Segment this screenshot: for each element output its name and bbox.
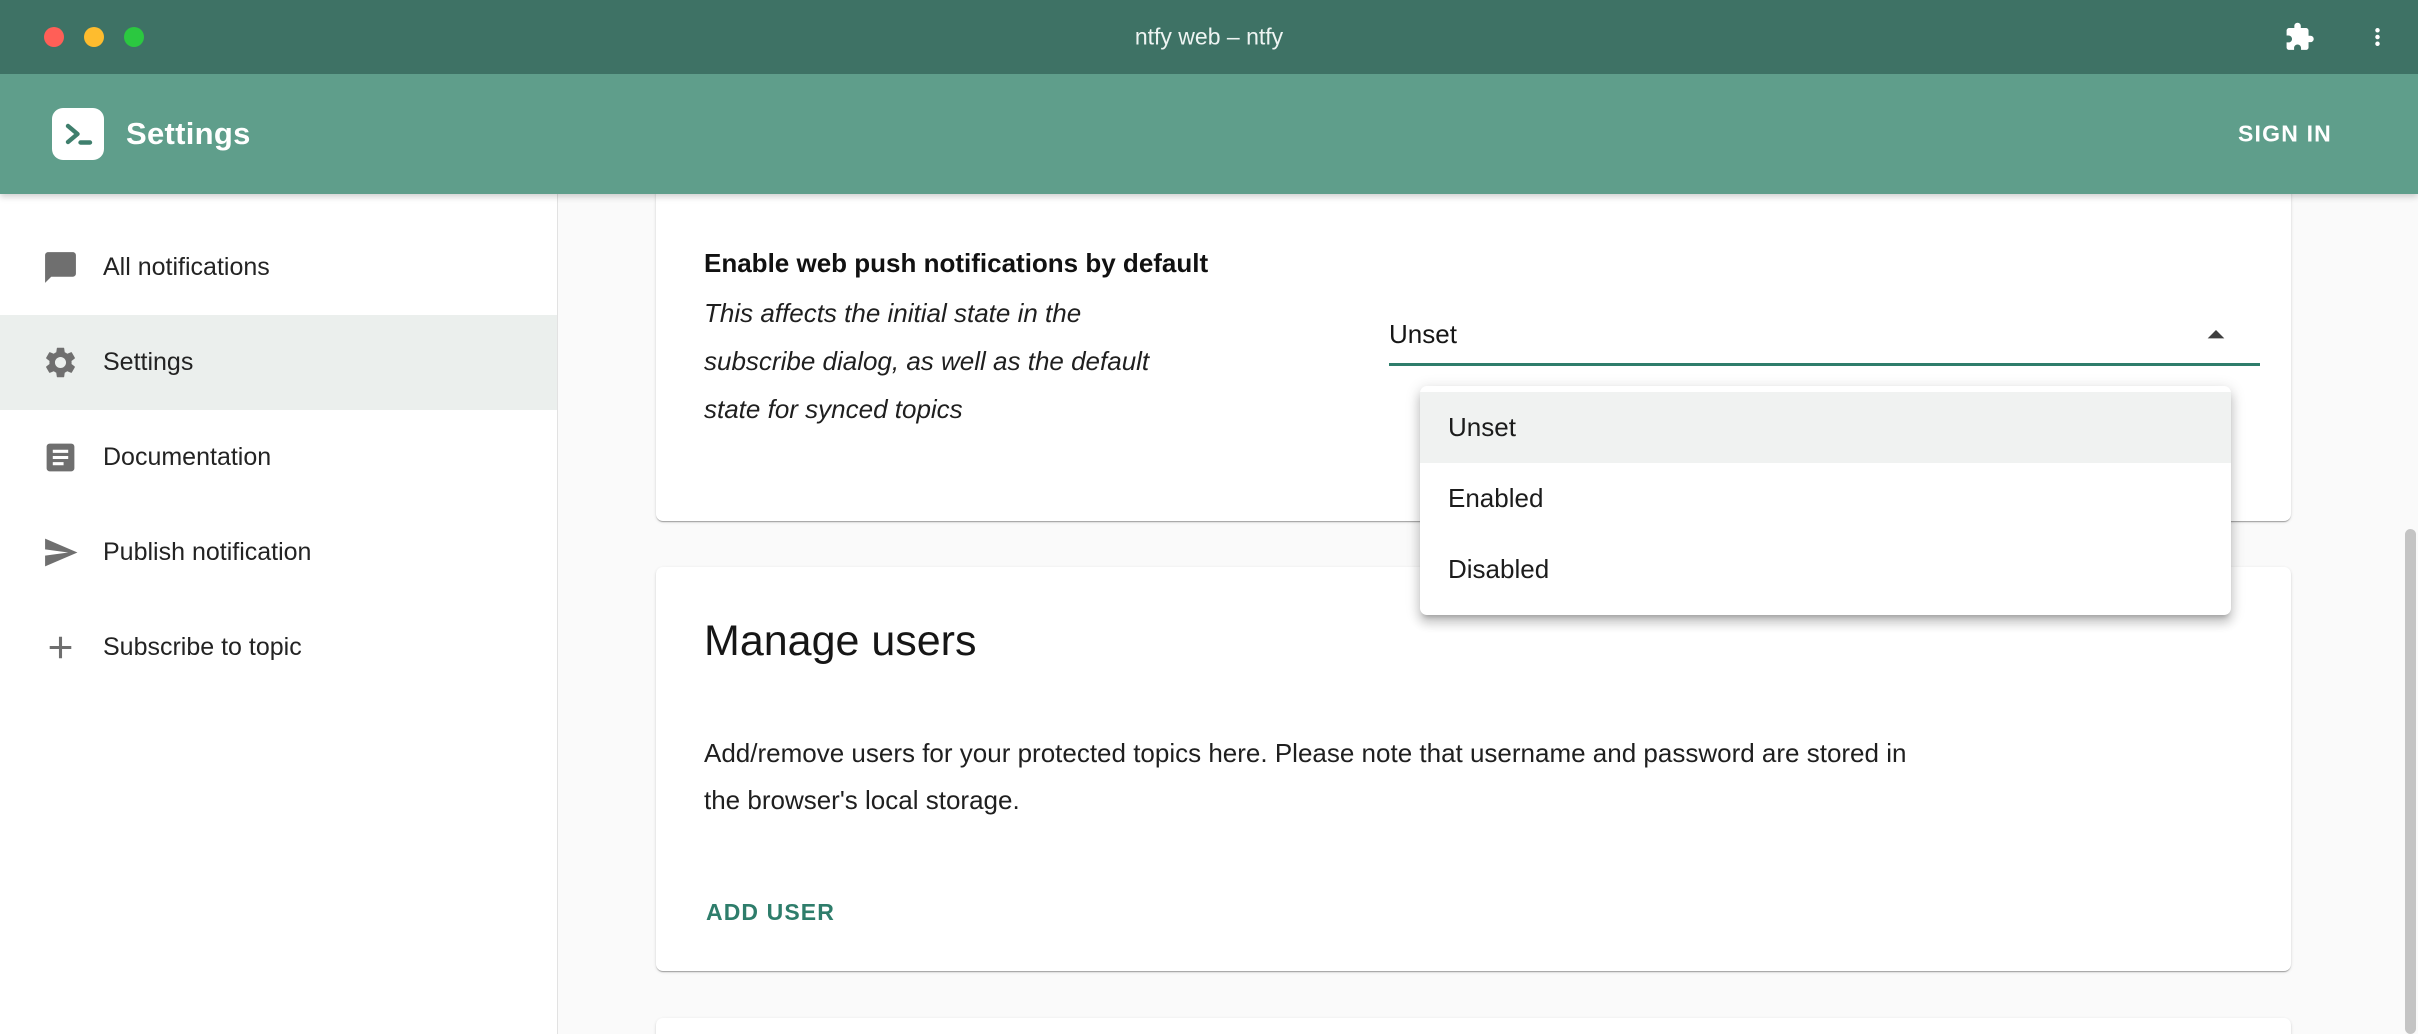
sign-in-button[interactable]: SIGN IN (2232, 120, 2338, 149)
setting-description-line: This affects the initial state in the (704, 289, 1149, 337)
sidebar-item-label: Settings (103, 348, 193, 377)
chevron-up-icon (2196, 315, 2236, 360)
menu-option-enabled[interactable]: Enabled (1420, 463, 2231, 534)
app-window: ntfy web – ntfy Settings SIGN IN All not… (0, 0, 2418, 1034)
setting-description-line: state for synced topics (704, 385, 1149, 433)
manage-users-description-line: Add/remove users for your protected topi… (704, 730, 1906, 777)
send-icon (42, 534, 79, 571)
vertical-scrollbar-thumb[interactable] (2405, 529, 2416, 1034)
sidebar-item-label: Publish notification (103, 538, 311, 567)
sidebar-item-subscribe-to-topic[interactable]: Subscribe to topic (0, 600, 557, 695)
plus-icon (42, 629, 79, 666)
minimize-window-button[interactable] (84, 27, 104, 47)
manage-users-card: Manage users Add/remove users for your p… (656, 567, 2291, 971)
zoom-window-button[interactable] (124, 27, 144, 47)
manage-users-description-line: the browser's local storage. (704, 777, 1906, 824)
sidebar-item-all-notifications[interactable]: All notifications (0, 220, 557, 315)
next-card-partial (656, 1018, 2291, 1034)
extensions-icon[interactable] (2284, 22, 2315, 53)
page-title: Settings (126, 116, 251, 152)
gear-icon (42, 344, 79, 381)
web-push-default-select[interactable]: Unset (1389, 310, 2260, 366)
window-controls (44, 27, 144, 47)
setting-description-line: subscribe dialog, as well as the default (704, 337, 1149, 385)
kebab-menu-icon[interactable] (2364, 24, 2391, 51)
select-underline (1389, 363, 2260, 366)
sidebar-item-label: Documentation (103, 443, 271, 472)
sidebar-item-label: Subscribe to topic (103, 633, 302, 662)
window-title: ntfy web – ntfy (1135, 24, 1283, 51)
ntfy-terminal-logo (52, 108, 104, 160)
sidebar-item-publish-notification[interactable]: Publish notification (0, 505, 557, 600)
sidebar: All notifications Settings Documentation… (0, 194, 558, 1034)
window-titlebar: ntfy web – ntfy (0, 0, 2418, 74)
sidebar-item-documentation[interactable]: Documentation (0, 410, 557, 505)
setting-title: Enable web push notifications by default (704, 248, 1208, 279)
menu-option-unset[interactable]: Unset (1420, 392, 2231, 463)
chat-bubble-icon (42, 249, 79, 286)
article-icon (42, 439, 79, 476)
close-window-button[interactable] (44, 27, 64, 47)
select-dropdown-menu: Unset Enabled Disabled (1420, 386, 2231, 615)
app-header: Settings SIGN IN (0, 74, 2418, 194)
main-content: Enable web push notifications by default… (559, 194, 2418, 1034)
manage-users-description: Add/remove users for your protected topi… (704, 730, 1906, 824)
sidebar-item-label: All notifications (103, 253, 270, 282)
manage-users-title: Manage users (704, 617, 977, 666)
sidebar-item-settings[interactable]: Settings (0, 315, 557, 410)
select-value: Unset (1389, 319, 1457, 350)
setting-description: This affects the initial state in the su… (704, 289, 1149, 433)
menu-option-disabled[interactable]: Disabled (1420, 534, 2231, 605)
add-user-button[interactable]: ADD USER (704, 893, 837, 932)
